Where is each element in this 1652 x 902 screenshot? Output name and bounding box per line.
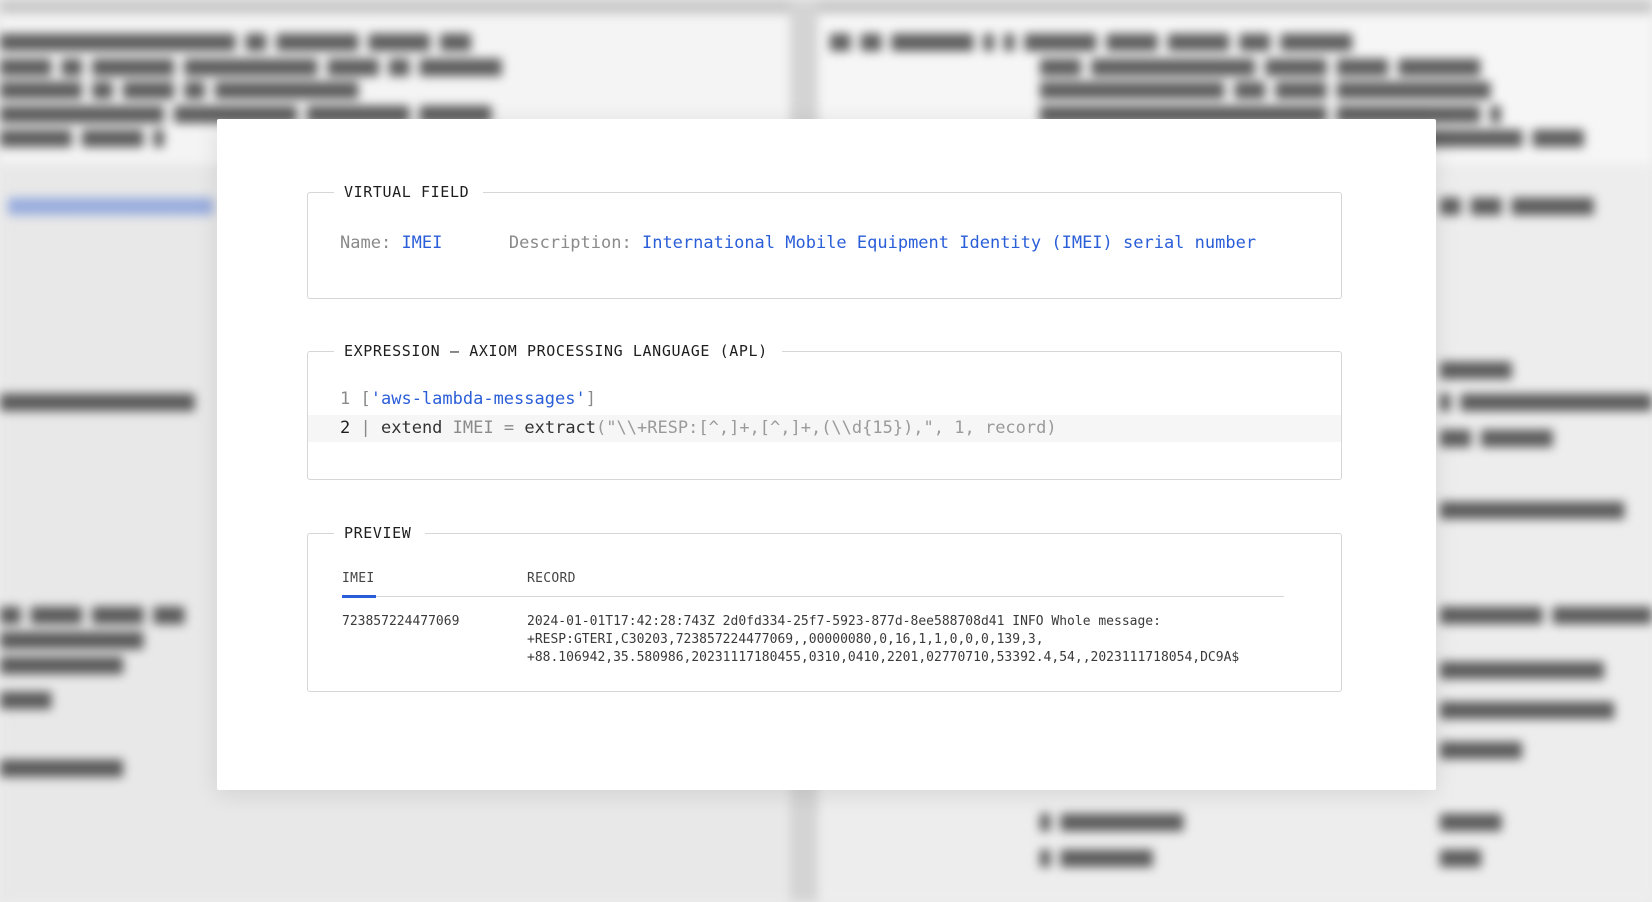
background-text: ▇▇▇▇▇▇▇▇▇▇▇▇▇▇▇▇▇▇▇▇▇▇▇ ▇▇ ▇▇▇▇▇▇▇▇ ▇▇▇▇…	[0, 32, 471, 52]
background-text: ▇▇▇▇▇ ▇▇ ▇▇▇▇▇▇▇▇ ▇▇▇▇▇▇▇▇▇▇▇▇▇ ▇▇▇▇▇ ▇▇…	[0, 57, 502, 77]
active-column-indicator	[342, 595, 376, 598]
background-text: ▇▇▇▇▇▇▇▇▇▇▇▇▇▇▇▇▇▇▇▇	[8, 196, 213, 216]
code-string: 'aws-lambda-messages'	[370, 389, 586, 409]
code-bracket: ]	[585, 389, 596, 409]
virtual-field-dialog: VIRTUAL FIELD Name: IMEI Description: In…	[217, 119, 1436, 790]
background-text: ▇▇▇▇▇▇▇▇▇▇▇▇▇▇▇▇▇▇ ▇▇▇ ▇▇▇▇▇ ▇▇▇▇▇▇▇▇▇▇▇…	[1040, 80, 1491, 100]
column-header-record[interactable]: RECORD	[527, 571, 576, 587]
background-text: ▇▇▇▇	[1440, 848, 1481, 868]
background-text: ▇▇▇▇▇▇▇▇▇▇▇▇▇▇▇▇▇	[1440, 700, 1614, 720]
description-value[interactable]: International Mobile Equipment Identity …	[642, 233, 1256, 253]
expression-section: EXPRESSION — AXIOM PROCESSING LANGUAGE (…	[307, 342, 1342, 480]
background-text: ▇▇▇▇▇▇▇	[1440, 360, 1512, 380]
background-text: ▇▇▇▇▇▇	[1440, 812, 1502, 832]
background-text: ▇▇▇▇▇▇▇▇▇▇ ▇▇▇▇▇	[1420, 128, 1584, 148]
background-text: ▇ ▇▇▇▇▇▇▇▇▇	[1040, 848, 1153, 868]
background-text: ▇▇▇ ▇▇▇▇▇▇▇	[1440, 428, 1553, 448]
background-text: ▇ ▇▇▇▇▇▇▇▇▇▇▇▇▇▇▇▇▇▇▇▇	[1440, 392, 1652, 412]
background-text: ▇▇▇▇▇▇▇▇▇▇▇▇	[0, 655, 123, 675]
preview-table-header: IMEI RECORD	[342, 571, 1284, 598]
code-arguments: ("\\+RESP:[^,]+,[^,]+,(\\d{15}),", 1, re…	[596, 418, 1057, 438]
background-text: ▇▇▇▇▇▇▇▇▇▇▇▇▇▇▇▇	[1440, 660, 1604, 680]
preview-legend: PREVIEW	[334, 524, 426, 542]
code-line[interactable]: 1 ['aws-lambda-messages']	[308, 386, 1341, 413]
line-number: 2	[340, 418, 351, 438]
name-value[interactable]: IMEI	[401, 233, 442, 253]
background-text: ▇ ▇▇▇▇▇▇▇▇▇▇▇▇	[1040, 812, 1184, 832]
background-top-band	[0, 0, 1652, 14]
background-text: ▇▇ ▇▇ ▇▇▇▇▇▇▇▇ ▇ ▇ ▇▇▇▇▇▇▇ ▇▇▇▇▇ ▇▇▇▇▇▇ …	[830, 32, 1352, 52]
background-text: ▇▇▇▇▇▇▇▇	[1440, 740, 1522, 760]
background-text: ▇▇▇▇▇▇▇▇▇▇▇▇	[0, 758, 123, 778]
code-keyword: extend	[381, 418, 443, 438]
preview-section: PREVIEW IMEI RECORD 723857224477069 2024…	[307, 524, 1342, 692]
code-line-active[interactable]: 2 | extend IMEI = extract("\\+RESP:[^,]+…	[308, 415, 1341, 442]
record-line: +RESP:GTERI,C30203,723857224477069,,0000…	[527, 632, 1044, 647]
code-bracket: [	[360, 389, 371, 409]
background-text: ▇▇▇▇ ▇▇▇▇▇▇▇▇▇▇▇▇▇▇▇▇ ▇▇▇▇▇▇ ▇▇▇▇▇ ▇▇▇▇▇…	[1040, 57, 1481, 77]
background-text: ▇▇▇▇▇▇▇▇▇▇ ▇▇▇▇▇▇▇▇▇▇	[1440, 605, 1652, 625]
virtual-field-section: VIRTUAL FIELD Name: IMEI Description: In…	[307, 183, 1342, 299]
background-text: ▇▇ ▇▇▇ ▇▇▇▇▇▇▇▇	[1440, 196, 1594, 216]
code-pipe: |	[360, 418, 371, 438]
background-text: ▇▇ ▇▇▇▇▇ ▇▇▇▇▇ ▇▇▇	[0, 605, 185, 625]
virtual-field-row: Name: IMEI Description: International Mo…	[340, 232, 1256, 254]
record-line: +88.106942,35.580986,20231117180455,0310…	[527, 650, 1240, 665]
code-field-name: IMEI	[452, 418, 494, 438]
code-function: extract	[524, 418, 597, 438]
line-number: 1	[340, 389, 351, 409]
background-text: ▇▇▇▇▇▇▇▇▇▇▇▇▇▇▇▇▇▇▇	[0, 392, 195, 412]
background-text: ▇▇▇▇▇▇▇▇ ▇▇ ▇▇▇▇▇ ▇▇ ▇▇▇▇▇▇▇▇▇▇▇▇▇▇	[0, 80, 359, 100]
expression-legend: EXPRESSION — AXIOM PROCESSING LANGUAGE (…	[334, 342, 782, 360]
virtual-field-legend: VIRTUAL FIELD	[334, 183, 484, 201]
background-text: ▇▇▇▇▇▇▇ ▇▇▇▇▇▇ ▇	[0, 128, 164, 148]
cell-record: 2024-01-01T17:42:28:743Z 2d0fd334-25f7-5…	[527, 613, 1287, 667]
background-text: ▇▇▇▇▇▇▇▇▇▇▇▇▇▇▇▇▇▇	[1440, 500, 1625, 520]
code-operator: =	[503, 418, 515, 438]
background-text: ▇▇▇▇▇	[0, 690, 52, 710]
record-line: 2024-01-01T17:42:28:743Z 2d0fd334-25f7-5…	[527, 614, 1161, 629]
column-header-imei[interactable]: IMEI	[342, 571, 375, 593]
name-label: Name:	[340, 233, 392, 253]
background-text: ▇▇▇▇▇▇▇▇▇▇▇▇▇▇	[0, 630, 144, 650]
description-label: Description:	[508, 233, 632, 253]
cell-imei: 723857224477069	[342, 614, 460, 629]
